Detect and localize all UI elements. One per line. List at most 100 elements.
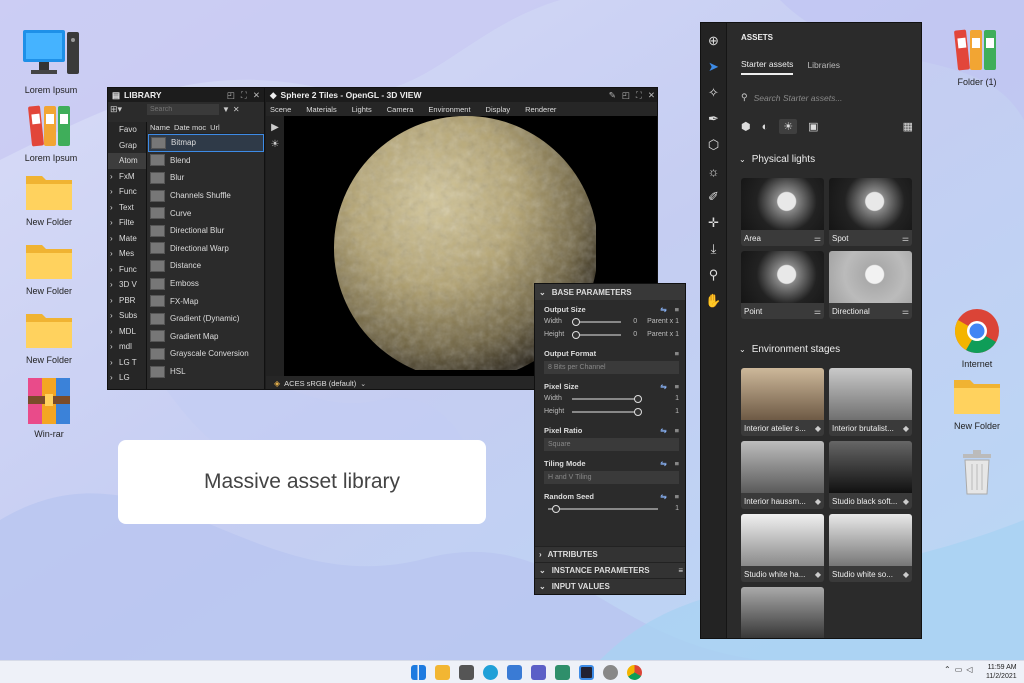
library-tree-item[interactable]: › 3D V	[108, 277, 146, 293]
tiling-mode-dropdown[interactable]: H and V Tiling	[544, 471, 679, 484]
desktop-icon-folder[interactable]: New Folder	[14, 170, 84, 227]
library-tree-item[interactable]: › PBR	[108, 293, 146, 309]
desktop-icon-folder[interactable]: New Folder	[14, 308, 84, 365]
library-tree-item[interactable]: › FxM	[108, 169, 146, 185]
asset-card-light[interactable]: Point ⚌	[741, 251, 824, 319]
light-icon[interactable]: ☀	[266, 139, 284, 150]
library-item[interactable]: Distance	[148, 257, 264, 275]
desktop-icon-recycle-bin[interactable]	[942, 448, 1012, 499]
float-icon[interactable]: ◰	[227, 90, 235, 101]
paint-icon[interactable]: ✐	[704, 187, 724, 207]
windows-start-icon[interactable]	[411, 665, 426, 680]
move-icon[interactable]: ✛	[704, 213, 724, 233]
materials-filter-icon[interactable]: ◐	[762, 121, 769, 133]
library-item[interactable]: Blur	[148, 169, 264, 187]
asset-card-environment[interactable]: Interior brutalist... ◆	[829, 368, 912, 436]
asset-card-light[interactable]: Directional ⚌	[829, 251, 912, 319]
library-tree-item[interactable]: › MDL	[108, 324, 146, 340]
link-icon[interactable]: ⇋	[660, 382, 666, 391]
network-icon[interactable]: ▭	[955, 665, 963, 674]
options-icon[interactable]: ≡	[675, 492, 679, 501]
library-item[interactable]: FX-Map	[148, 292, 264, 310]
col-name[interactable]: Name	[150, 123, 170, 132]
library-tree-item[interactable]: › Mes	[108, 246, 146, 262]
settings-sliders-icon[interactable]: ⚌	[814, 234, 821, 243]
asset-card-environment-partial[interactable]	[741, 587, 824, 638]
clear-search-icon[interactable]: ✕	[233, 105, 240, 114]
link-icon[interactable]: ⇋	[660, 305, 666, 314]
options-icon[interactable]: ≡	[678, 566, 683, 575]
attributes-header[interactable]: › ATTRIBUTES	[535, 546, 685, 562]
add-icon[interactable]: ⊕	[704, 31, 724, 51]
asset-card-environment[interactable]: Studio white so... ◆	[829, 514, 912, 582]
cube-badge-icon[interactable]: ◆	[815, 424, 821, 433]
desktop-icon-folder[interactable]: New Folder	[942, 374, 1012, 431]
cube-badge-icon[interactable]: ◆	[903, 424, 909, 433]
library-item[interactable]: Gradient Map	[148, 328, 264, 346]
library-item[interactable]: Directional Blur	[148, 222, 264, 240]
assets-search[interactable]: ⚲ Search Starter assets...	[741, 92, 842, 103]
edge-icon[interactable]	[483, 665, 498, 680]
library-tree-item[interactable]: › Func	[108, 262, 146, 278]
settings-sliders-icon[interactable]: ⚌	[814, 307, 821, 316]
library-tree-item[interactable]: › LG T	[108, 355, 146, 371]
add-folder-icon[interactable]: ⊞▾	[110, 104, 144, 115]
library-tree-item[interactable]: › Mate	[108, 231, 146, 247]
camera-app-icon[interactable]	[459, 665, 474, 680]
options-icon[interactable]: ≡	[675, 426, 679, 435]
select-tool-icon[interactable]: ➤	[704, 57, 724, 77]
hand-icon[interactable]: ✋	[704, 291, 724, 311]
library-tree-item[interactable]: › mdl	[108, 339, 146, 355]
options-icon[interactable]: ≡	[675, 382, 679, 391]
options-icon[interactable]: ≡	[675, 349, 679, 358]
images-filter-icon[interactable]: ▣	[808, 120, 818, 133]
link-icon[interactable]: ⇋	[660, 459, 666, 468]
asset-card-environment[interactable]: Interior haussm... ◆	[741, 441, 824, 509]
output-format-dropdown[interactable]: 8 Bits per Channel	[544, 361, 679, 374]
asset-card-environment[interactable]: Studio black soft... ◆	[829, 441, 912, 509]
close-icon[interactable]: ✕	[253, 90, 260, 101]
designer-app-icon[interactable]	[555, 665, 570, 680]
sampler-app-icon[interactable]	[579, 665, 594, 680]
pixel-ratio-dropdown[interactable]: Square	[544, 438, 679, 451]
options-icon[interactable]: ≡	[675, 459, 679, 468]
magic-wand-icon[interactable]: ✧	[704, 83, 724, 103]
library-search-input[interactable]	[147, 103, 219, 115]
zoom-icon[interactable]: ⚲	[704, 265, 724, 285]
asset-card-environment[interactable]: Studio white ha... ◆	[741, 514, 824, 582]
desktop-icon-computer[interactable]: Lorem Ipsum	[16, 28, 86, 95]
desktop-icon-binders[interactable]: Folder (1)	[942, 24, 1012, 87]
eyedropper-icon[interactable]: ✒	[704, 109, 724, 129]
close-icon[interactable]: ✕	[648, 90, 655, 101]
camera-icon[interactable]: ▶	[266, 122, 284, 133]
library-tree-item[interactable]: › Filte	[108, 215, 146, 231]
library-item[interactable]: Blend	[148, 152, 264, 170]
chevron-up-icon[interactable]: ⌃	[944, 665, 951, 674]
volume-icon[interactable]: ◁	[966, 665, 972, 674]
library-tree-item[interactable]: Grap	[108, 138, 146, 154]
colorspace-dropdown[interactable]: ACES sRGB (default)	[284, 379, 356, 388]
options-icon[interactable]: ≡	[675, 305, 679, 314]
library-item[interactable]: Directional Warp	[148, 240, 264, 258]
tab-starter-assets[interactable]: Starter assets	[741, 59, 794, 75]
light-tool-icon[interactable]: ☼	[704, 161, 724, 181]
library-tree-item[interactable]: Favo	[108, 122, 146, 138]
settings-sliders-icon[interactable]: ⚌	[902, 234, 909, 243]
desktop-icon-binders[interactable]: Lorem Ipsum	[16, 100, 86, 163]
output-width-slider[interactable]	[571, 317, 622, 326]
base-parameters-header[interactable]: ⌄ BASE PARAMETERS	[535, 284, 685, 300]
settings-icon[interactable]	[603, 665, 618, 680]
random-seed-slider[interactable]	[548, 504, 658, 513]
models-filter-icon[interactable]: ⬢	[741, 120, 751, 133]
library-tree-item[interactable]: › Text	[108, 200, 146, 216]
maximize-icon[interactable]: ⛶	[241, 90, 247, 101]
library-tree-item[interactable]: › Subs	[108, 308, 146, 324]
library-item[interactable]: Curve	[148, 204, 264, 222]
cube-tool-icon[interactable]: ⬡	[704, 135, 724, 155]
col-url[interactable]: Url	[210, 123, 220, 132]
asset-card-light[interactable]: Area ⚌	[741, 178, 824, 246]
clock[interactable]: 11:59 AM 11/2/2021	[986, 663, 1017, 681]
file-explorer-icon[interactable]	[435, 665, 450, 680]
chrome-taskbar-icon[interactable]	[627, 665, 642, 680]
instance-parameters-header[interactable]: ⌄ INSTANCE PARAMETERS ≡	[535, 562, 685, 578]
